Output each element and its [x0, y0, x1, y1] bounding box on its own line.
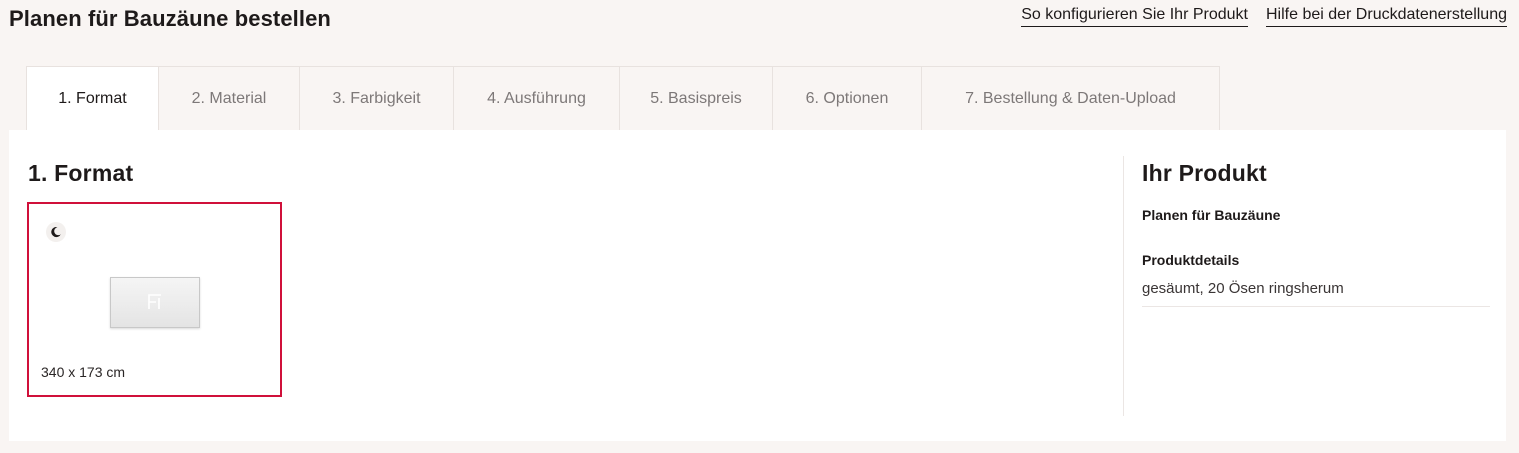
tab-basispreis[interactable]: 5. Basispreis: [620, 67, 773, 130]
tab-material[interactable]: 2. Material: [159, 67, 300, 130]
format-option-card[interactable]: 340 x 173 cm: [27, 202, 282, 397]
step-tabs: 1. Format 2. Material 3. Farbigkeit 4. A…: [26, 66, 1220, 130]
summary-details-label: Produktdetails: [1142, 252, 1240, 268]
configure-help-link[interactable]: So konfigurieren Sie Ihr Produkt: [1021, 6, 1248, 27]
product-summary: Ihr Produkt Planen für Bauzäune Produktd…: [1142, 160, 1490, 307]
summary-details-value: gesäumt, 20 Ösen ringsherum: [1142, 280, 1490, 307]
tab-bestellung-upload[interactable]: 7. Bestellung & Daten-Upload: [922, 67, 1219, 130]
tab-optionen[interactable]: 6. Optionen: [773, 67, 922, 130]
print-data-help-link[interactable]: Hilfe bei der Druckdatenerstellung: [1265, 6, 1507, 27]
header-links: So konfigurieren Sie Ihr Produkt Hilfe b…: [1021, 6, 1507, 27]
page-title: Planen für Bauzäune bestellen: [9, 6, 331, 31]
tab-ausfuehrung[interactable]: 4. Ausführung: [454, 67, 620, 130]
tarp-preview-image: [110, 277, 200, 328]
panel-divider: [1123, 156, 1124, 416]
section-title: 1. Format: [28, 160, 134, 186]
tarp-logo-icon: [148, 294, 161, 309]
tab-farbigkeit[interactable]: 3. Farbigkeit: [300, 67, 454, 130]
config-panel: 1. Format 340 x 173 cm Ihr Produkt Plane…: [9, 130, 1506, 441]
format-size-label: 340 x 173 cm: [41, 364, 126, 380]
summary-product-name: Planen für Bauzäune: [1142, 207, 1281, 223]
moon-icon[interactable]: [46, 222, 66, 242]
summary-title: Ihr Produkt: [1142, 160, 1267, 186]
tab-format[interactable]: 1. Format: [27, 67, 159, 130]
